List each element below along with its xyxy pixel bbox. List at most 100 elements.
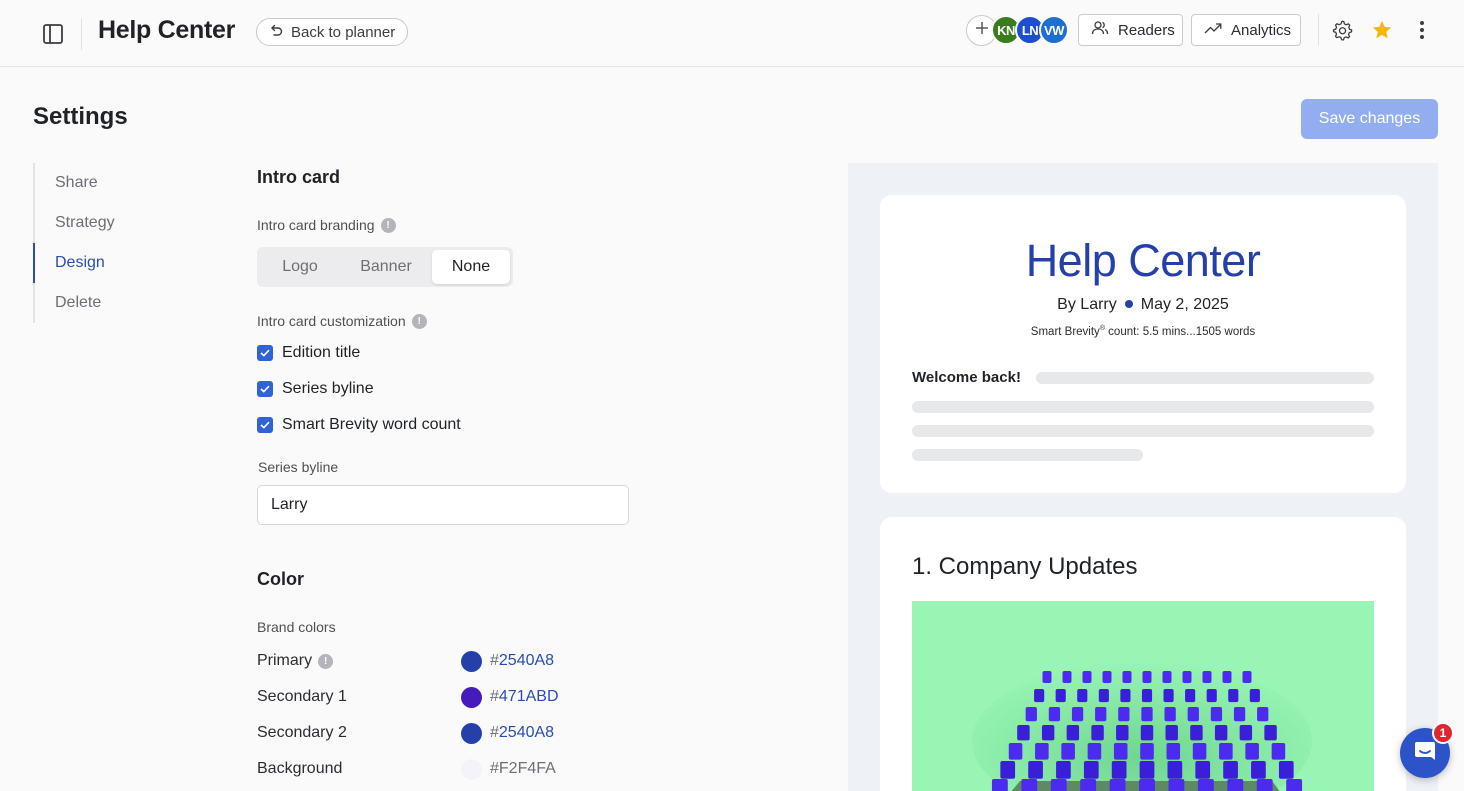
color-row-secondary-1: Secondary 1 #471ABD — [257, 685, 597, 709]
hex-value[interactable]: #2540A8 — [490, 724, 554, 742]
chair — [1042, 671, 1052, 683]
chair — [1109, 779, 1126, 791]
chair — [1000, 761, 1016, 779]
chair — [1163, 689, 1174, 703]
chair — [1167, 761, 1183, 779]
top-bar: Help Center Back to planner KN LN VW Rea… — [0, 0, 1464, 67]
chair — [1066, 725, 1080, 741]
chair — [1190, 725, 1203, 741]
smart-brevity-word-count-checkbox[interactable]: Smart Brevity word count — [257, 416, 461, 434]
chair — [1202, 671, 1212, 683]
preview-byline-text: By Larry — [1057, 296, 1117, 313]
color-name-text: Background — [257, 760, 343, 777]
avatar-initials: LN — [1021, 22, 1039, 38]
info-icon[interactable]: ! — [411, 313, 427, 329]
color-row-primary: Primary! #2540A8 — [257, 649, 597, 673]
branding-option-logo[interactable]: Logo — [260, 250, 340, 284]
chair — [1111, 761, 1127, 779]
chair — [1264, 725, 1277, 741]
color-name-text: Primary — [257, 652, 313, 669]
hex-value[interactable]: #F2F4FA — [490, 760, 556, 778]
star-icon[interactable] — [1370, 18, 1394, 42]
chair — [1278, 761, 1294, 779]
color-swatch[interactable] — [461, 758, 482, 780]
color-swatch[interactable] — [461, 686, 482, 708]
count-prefix: Smart Brevity — [1030, 325, 1100, 338]
plus-icon — [975, 21, 989, 40]
chair — [1095, 707, 1107, 722]
app-title: Help Center — [98, 16, 236, 44]
intro-card-customization-label: Intro card customization ! — [257, 313, 427, 329]
users-icon — [1091, 20, 1109, 40]
check-icon[interactable] — [257, 345, 273, 361]
chair — [1098, 689, 1109, 703]
series-byline-input[interactable]: Larry — [257, 485, 629, 525]
auditorium-chairs-illustration — [972, 661, 1312, 791]
back-to-planner-button[interactable]: Back to planner — [256, 18, 408, 46]
byline-separator-dot — [1124, 299, 1133, 308]
chair — [1083, 761, 1099, 779]
info-icon[interactable]: ! — [380, 217, 396, 233]
chair — [1251, 761, 1266, 779]
skeleton-line — [912, 449, 1143, 461]
chair — [1233, 707, 1246, 722]
undo-arrow-icon — [269, 23, 283, 41]
color-swatch[interactable] — [461, 722, 482, 744]
notification-badge: 1 — [1432, 722, 1454, 744]
avatar[interactable]: VW — [1039, 15, 1069, 45]
edition-title-checkbox[interactable]: Edition title — [257, 344, 360, 362]
chair — [1116, 725, 1129, 741]
gear-icon[interactable] — [1330, 18, 1354, 42]
more-vertical-icon[interactable] — [1410, 18, 1434, 42]
chair — [1286, 779, 1303, 791]
chair — [1192, 743, 1207, 760]
chair — [1227, 779, 1244, 791]
color-swatch[interactable] — [461, 650, 482, 672]
chair — [1122, 671, 1132, 683]
nav-item-delete[interactable]: Delete — [35, 283, 193, 323]
avatar-initials: VW — [1044, 22, 1064, 38]
chair — [1141, 689, 1153, 703]
chair — [1222, 671, 1232, 683]
section-image — [912, 601, 1374, 791]
chair — [1142, 671, 1152, 683]
branding-option-banner[interactable]: Banner — [340, 250, 432, 284]
email-preview-pane: Help Center By Larry May 2, 2025 Smart Br… — [848, 163, 1438, 791]
color-name-text: Secondary 2 — [257, 724, 347, 741]
branding-segmented-control: Logo Banner None — [257, 247, 513, 287]
series-byline-checkbox[interactable]: Series byline — [257, 380, 374, 398]
color-name: Secondary 2 — [257, 724, 461, 742]
chair — [1257, 707, 1269, 722]
topbar-divider — [1318, 14, 1319, 46]
preview-byline: By Larry May 2, 2025 — [880, 296, 1406, 314]
checkbox-label: Edition title — [282, 344, 361, 361]
analytics-label: Analytics — [1231, 21, 1292, 39]
check-icon[interactable] — [257, 381, 273, 397]
chair — [1140, 743, 1154, 760]
readers-label: Readers — [1118, 21, 1175, 39]
hex-value[interactable]: #471ABD — [490, 688, 559, 706]
skeleton-line — [912, 425, 1374, 437]
skeleton-line — [1036, 372, 1374, 384]
hex-text: 471ABD — [498, 688, 559, 705]
count-suffix: count: 5.5 mins...1505 words — [1104, 325, 1256, 338]
save-changes-button[interactable]: Save changes — [1301, 99, 1438, 139]
brand-colors-label: Brand colors — [257, 619, 336, 635]
check-icon[interactable] — [257, 417, 273, 433]
checkbox-label: Series byline — [282, 380, 374, 397]
branding-option-none[interactable]: None — [432, 250, 510, 284]
nav-item-design[interactable]: Design — [33, 243, 193, 283]
readers-button[interactable]: Readers — [1078, 14, 1183, 46]
nav-item-share[interactable]: Share — [35, 163, 193, 203]
sidebar-toggle-icon[interactable] — [40, 22, 66, 46]
analytics-button[interactable]: Analytics — [1191, 14, 1301, 46]
info-icon[interactable]: ! — [318, 653, 334, 669]
nav-item-strategy[interactable]: Strategy — [35, 203, 193, 243]
chair — [1077, 689, 1088, 703]
hex-value[interactable]: #2540A8 — [490, 652, 554, 670]
chair — [1041, 725, 1055, 741]
chair — [1021, 779, 1038, 791]
chair — [1197, 779, 1214, 791]
checkbox-label: Smart Brevity word count — [282, 416, 461, 433]
chair — [1035, 743, 1049, 760]
